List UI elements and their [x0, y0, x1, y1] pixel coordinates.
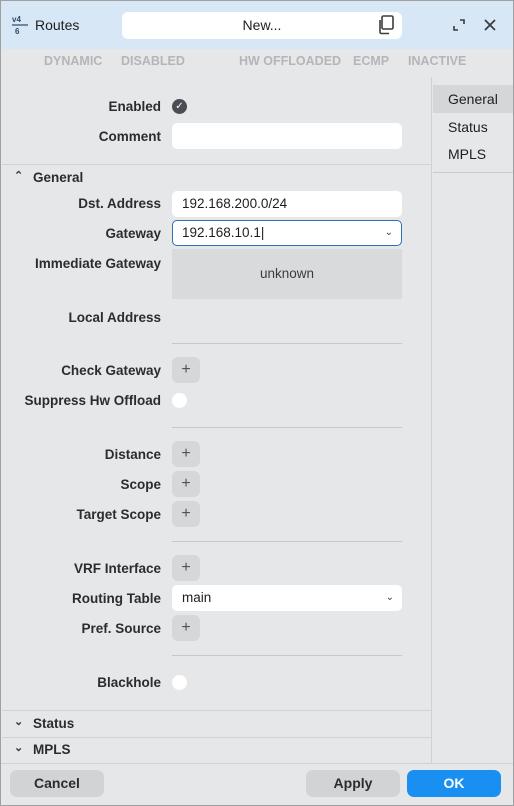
- routing-table-label: Routing Table: [72, 591, 161, 606]
- check-gateway-label: Check Gateway: [61, 363, 161, 378]
- chevron-down-icon: ⌄: [385, 592, 394, 603]
- section-mpls-header[interactable]: ⌄ MPLS: [2, 737, 432, 763]
- gateway-label: Gateway: [105, 226, 161, 241]
- section-general-header[interactable]: ⌃ General: [2, 165, 432, 191]
- chevron-down-icon: ⌄: [14, 716, 24, 728]
- routing-table-select[interactable]: main ⌄: [172, 585, 402, 611]
- flag-inactive: INACTIVE: [408, 54, 467, 68]
- immediate-gateway-value: unknown: [172, 249, 402, 299]
- name-field[interactable]: New...: [122, 12, 402, 39]
- section-status-header[interactable]: ⌄ Status: [2, 711, 432, 737]
- check-gateway-add-button[interactable]: +: [172, 357, 200, 383]
- blackhole-checkbox[interactable]: [172, 675, 187, 690]
- flag-disabled: DISABLED: [121, 54, 185, 68]
- flag-hw-offloaded: HW OFFLOADED: [239, 54, 342, 68]
- copy-icon[interactable]: [377, 15, 395, 35]
- flag-ecmp: ECMP: [353, 54, 390, 68]
- side-nav-divider: [433, 172, 513, 173]
- form-panel: Enabled ✓ Comment ⌃ General Dst. Address…: [2, 77, 432, 763]
- gateway-select[interactable]: 192.168.10.1| ⌄: [172, 220, 402, 246]
- vrf-interface-add-button[interactable]: +: [172, 555, 200, 581]
- dst-address-label: Dst. Address: [78, 196, 161, 211]
- immediate-gateway-label: Immediate Gateway: [34, 256, 161, 271]
- comment-label: Comment: [98, 129, 161, 144]
- comment-input[interactable]: [172, 123, 402, 149]
- pref-source-label: Pref. Source: [81, 621, 161, 636]
- svg-text:v4: v4: [12, 15, 21, 24]
- chevron-down-icon: ⌄: [384, 227, 393, 238]
- distance-add-button[interactable]: +: [172, 441, 200, 467]
- window-title: Routes: [35, 17, 80, 33]
- local-address-label: Local Address: [68, 310, 161, 325]
- close-icon[interactable]: [480, 15, 500, 35]
- routes-window: v4 6 Routes New... DYNAMIC DISABLED HW O…: [0, 0, 514, 806]
- scope-add-button[interactable]: +: [172, 471, 200, 497]
- chevron-up-icon: ⌃: [14, 170, 24, 182]
- ok-button[interactable]: OK: [407, 770, 501, 797]
- section-status-title: Status: [33, 716, 75, 731]
- side-nav-general[interactable]: General: [433, 85, 513, 113]
- target-scope-label: Target Scope: [76, 507, 161, 522]
- blackhole-label: Blackhole: [97, 675, 161, 690]
- routes-v4-icon: v4 6: [12, 15, 28, 36]
- svg-text:6: 6: [15, 27, 20, 36]
- enabled-label: Enabled: [108, 99, 161, 114]
- field-divider: [172, 427, 402, 428]
- pref-source-add-button[interactable]: +: [172, 615, 200, 641]
- title-bar: v4 6 Routes New...: [1, 1, 513, 49]
- vrf-interface-label: VRF Interface: [73, 561, 161, 576]
- status-flags: DYNAMIC DISABLED HW OFFLOADED ECMP INACT…: [1, 49, 513, 77]
- target-scope-add-button[interactable]: +: [172, 501, 200, 527]
- side-nav-mpls[interactable]: MPLS: [433, 140, 513, 168]
- cancel-button[interactable]: Cancel: [10, 770, 104, 797]
- button-bar: Cancel Apply OK: [1, 763, 513, 805]
- field-divider: [172, 655, 402, 656]
- gateway-value: 192.168.10.1: [182, 225, 261, 240]
- field-divider: [172, 541, 402, 542]
- section-general-title: General: [33, 170, 84, 185]
- expand-icon[interactable]: [449, 15, 469, 35]
- scope-label: Scope: [120, 477, 161, 492]
- section-mpls-title: MPLS: [33, 742, 71, 757]
- distance-label: Distance: [104, 447, 161, 462]
- suppress-hw-offload-label: Suppress Hw Offload: [24, 393, 161, 408]
- field-divider: [172, 343, 402, 344]
- chevron-down-icon: ⌄: [14, 742, 24, 754]
- flag-dynamic: DYNAMIC: [44, 54, 103, 68]
- suppress-hw-offload-checkbox[interactable]: [172, 393, 187, 408]
- side-nav-status[interactable]: Status: [433, 113, 513, 141]
- apply-button[interactable]: Apply: [306, 770, 400, 797]
- dst-address-input[interactable]: 192.168.200.0/24: [172, 191, 402, 217]
- enabled-checkbox[interactable]: ✓: [172, 99, 187, 114]
- routing-table-value: main: [182, 590, 212, 605]
